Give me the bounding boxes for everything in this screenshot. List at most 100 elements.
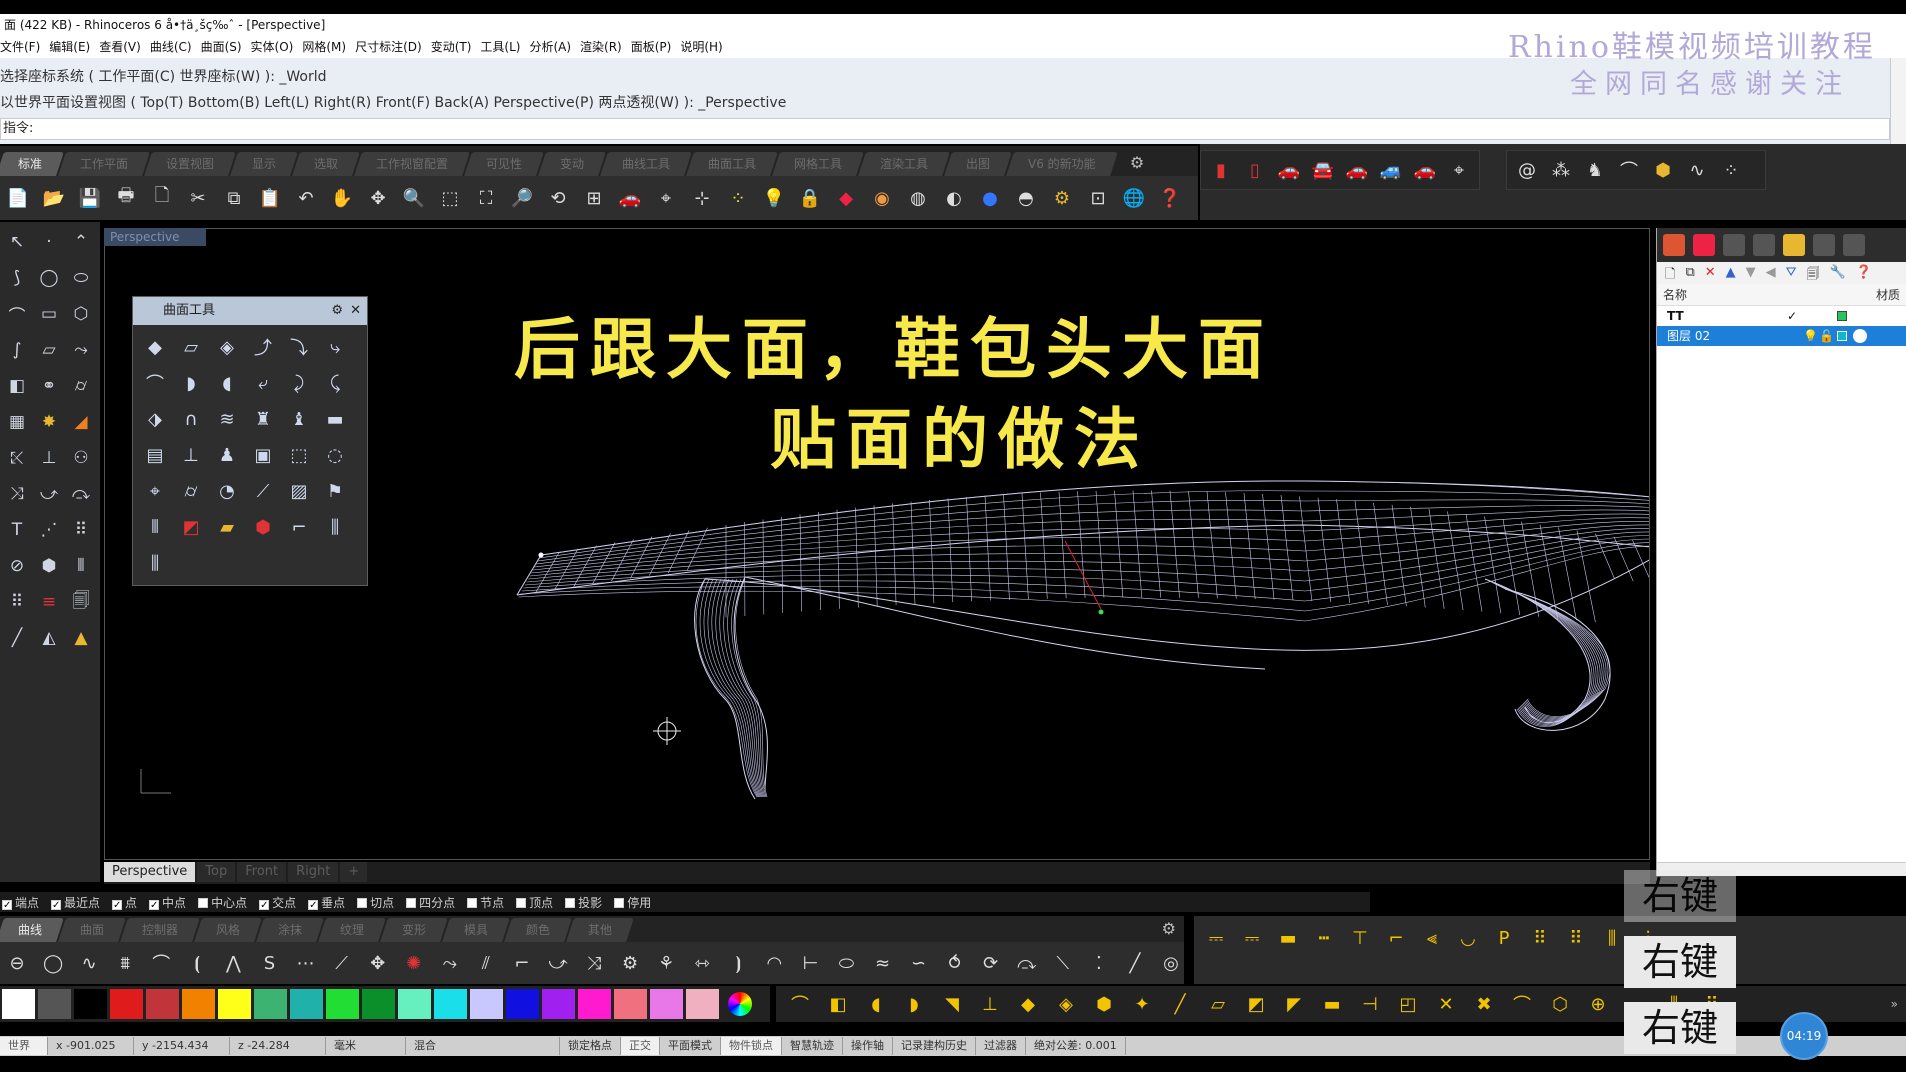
zoom-icon[interactable]: 🔍 — [400, 184, 428, 212]
menu-view[interactable]: 查看(V) — [99, 36, 150, 58]
color-swatch[interactable] — [326, 989, 359, 1019]
drum-icon[interactable]: ⬭ — [833, 949, 859, 977]
osnap-option[interactable]: 中心点 — [198, 894, 247, 911]
ruler-icon[interactable]: ⟍ — [1050, 949, 1076, 977]
fillet-icon[interactable]: ⌐ — [509, 949, 535, 977]
surface-icon[interactable]: ▱ — [34, 334, 64, 366]
rail-revolve-icon[interactable]: ⤵ — [283, 331, 315, 363]
current-layer[interactable]: 混合 — [406, 1037, 560, 1055]
s-curve-icon[interactable]: S — [256, 949, 282, 977]
color-swatch[interactable] — [434, 989, 467, 1019]
tool-icon[interactable]: ⬢ — [1090, 990, 1118, 1018]
blade-icon[interactable]: ⟋ — [247, 475, 279, 507]
snap-icon[interactable]: ⌖ — [652, 184, 680, 212]
tool-icon[interactable]: ✦ — [1128, 990, 1156, 1018]
car-icon[interactable]: 🚗 — [1343, 156, 1371, 184]
wave-icon[interactable]: ≈ — [870, 949, 896, 977]
tool-icon[interactable]: ⊥ — [976, 990, 1004, 1018]
tab-mold[interactable]: 模具 — [442, 918, 511, 942]
color-wheel-icon[interactable]: ◉ — [868, 184, 896, 212]
edge-surface-icon[interactable]: ▱ — [175, 331, 207, 363]
dotted-circle-icon[interactable]: ◌ — [319, 439, 351, 471]
color-wheel-icon[interactable] — [728, 992, 752, 1016]
chevron-right-icon[interactable]: » — [1891, 997, 1898, 1011]
tab-set-view[interactable]: 设置视图 — [144, 152, 236, 176]
tab-style[interactable]: 风格 — [194, 918, 262, 942]
merge-icon[interactable]: ⤹ — [319, 367, 351, 399]
color-swatch[interactable] — [182, 989, 215, 1019]
curve-icon[interactable]: ⌒ — [1615, 156, 1643, 184]
menu-solid[interactable]: 实体(O) — [251, 36, 303, 58]
sweep-icon[interactable]: ⤷ — [319, 331, 351, 363]
dots-grid-icon[interactable]: ⠿ — [66, 514, 96, 546]
gear-icon[interactable]: ⚙ — [331, 297, 343, 325]
osnap-checkbox[interactable] — [516, 897, 527, 908]
osnap-checkbox[interactable] — [308, 899, 319, 910]
material-icon[interactable]: ◓ — [1012, 184, 1040, 212]
tool-icon[interactable]: ◆ — [1014, 990, 1042, 1018]
color-swatch[interactable] — [542, 989, 575, 1019]
move-left-icon[interactable]: ◀ — [1766, 265, 1776, 281]
car-icon[interactable]: 🚘 — [1309, 156, 1337, 184]
color-swatch[interactable] — [2, 989, 35, 1019]
shaded-sphere-icon[interactable]: ◐ — [940, 184, 968, 212]
osnap-checkbox[interactable] — [112, 899, 123, 910]
page-icon[interactable]: 🗋 — [148, 184, 176, 212]
tab-perspective[interactable]: Perspective — [104, 862, 196, 882]
explode-icon[interactable]: ✸ — [34, 406, 64, 438]
tool-icon[interactable]: ◥ — [938, 990, 966, 1018]
tool-icon[interactable]: ▱ — [1204, 990, 1232, 1018]
menu-help[interactable]: 说明(H) — [680, 36, 731, 58]
tool-icon[interactable]: ╱ — [1166, 990, 1194, 1018]
osnap-checkbox[interactable] — [198, 897, 209, 908]
open-folder-icon[interactable]: 📂 — [40, 184, 68, 212]
viewport-title[interactable]: Perspective — [104, 228, 206, 246]
polyline-icon[interactable]: ⌃ — [66, 226, 96, 258]
color-swatch[interactable] — [74, 989, 107, 1019]
flag-icon[interactable]: ⚑ — [319, 475, 351, 507]
menu-transform[interactable]: 变动(T) — [431, 36, 481, 58]
tab-viewport-layout[interactable]: 工作视窗配置 — [354, 152, 470, 176]
project-icon[interactable]: ⊥ — [175, 439, 207, 471]
loft-icon[interactable]: ⌒ — [139, 367, 171, 399]
tab-transform[interactable]: 变动 — [538, 152, 607, 176]
fan-icon[interactable]: ✺ — [401, 949, 427, 977]
material-icon[interactable] — [1853, 329, 1867, 343]
render-tab-icon[interactable] — [1723, 234, 1745, 256]
new-file-icon[interactable]: 📄 — [4, 184, 32, 212]
blend-icon[interactable]: ⤻ — [545, 949, 571, 977]
cylinder-icon[interactable]: ⌭ — [66, 370, 96, 402]
wireframe-sphere-icon[interactable]: ◍ — [904, 184, 932, 212]
blend-icon[interactable]: ⤶ — [247, 367, 279, 399]
tab-surface[interactable]: 曲面 — [58, 918, 126, 942]
copy-icon[interactable]: ⧉ — [220, 184, 248, 212]
line-icon[interactable]: ╱ — [2, 622, 32, 654]
layer-row[interactable]: 图层 02 💡 🔓 — [1657, 326, 1906, 346]
t-icon[interactable]: ⊤ — [1346, 924, 1374, 952]
planar-surface-icon[interactable]: ◈ — [211, 331, 243, 363]
tab-display[interactable]: 显示 — [230, 152, 298, 176]
menu-curve[interactable]: 曲线(C) — [150, 36, 201, 58]
offset-icon[interactable]: ⤳ — [437, 949, 463, 977]
osnap-option[interactable]: 中点 — [149, 894, 186, 911]
tab-render-tools[interactable]: 渲染工具 — [858, 152, 951, 176]
dotted-curve-icon[interactable]: ⋯ — [293, 949, 319, 977]
circle-icon[interactable]: ◯ — [34, 262, 64, 294]
tool-icon[interactable]: ◤ — [1280, 990, 1308, 1018]
cube-icon[interactable]: ⬢ — [247, 511, 279, 543]
menu-file[interactable]: 文件(F) — [0, 36, 49, 58]
osnap-option[interactable]: 节点 — [467, 894, 504, 911]
tool-icon[interactable]: ◧ — [824, 990, 852, 1018]
color-swatch[interactable] — [398, 989, 431, 1019]
tool-icon[interactable]: ⊕ — [1584, 990, 1612, 1018]
tab-curve[interactable]: 曲线 — [0, 918, 64, 942]
curve-icon[interactable]: ∿ — [76, 949, 102, 977]
arch-icon[interactable]: ∩ — [175, 403, 207, 435]
tab-standard[interactable]: 标准 — [0, 152, 64, 176]
osnap-checkbox[interactable] — [406, 897, 417, 908]
tab-drafting[interactable]: 出图 — [944, 152, 1013, 176]
help-tab-icon[interactable] — [1843, 234, 1865, 256]
color-swatch[interactable] — [614, 989, 647, 1019]
line2-icon[interactable]: ╱ — [1122, 949, 1148, 977]
join-icon[interactable]: ⤨ — [2, 478, 32, 510]
